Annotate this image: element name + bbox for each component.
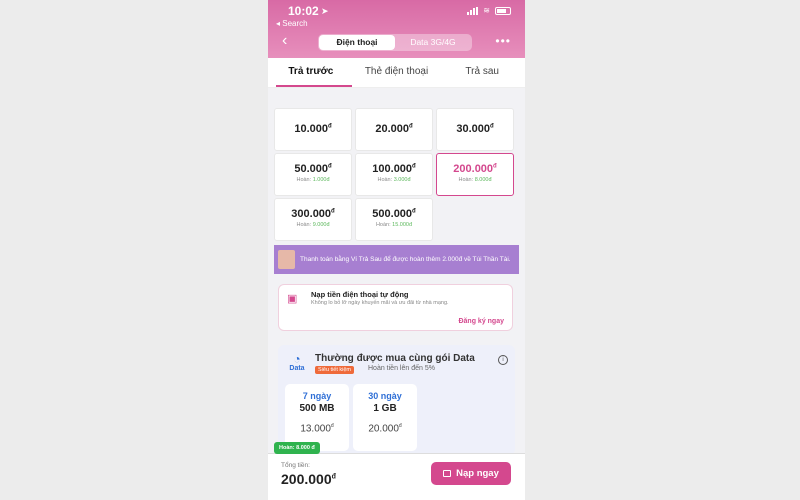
segment-phone[interactable]: Điện thoại bbox=[319, 35, 395, 50]
signal-icon bbox=[467, 6, 479, 15]
auto-topup-title: Nạp tiền điện thoại tự động bbox=[311, 290, 409, 299]
data-cashback-text: Hoàn tiền lên đến 5% bbox=[368, 365, 435, 372]
promo-thumbnail bbox=[278, 250, 295, 269]
topup-now-button[interactable]: Nạp ngay bbox=[431, 462, 511, 485]
denomination-amount: 100.000 bbox=[372, 163, 413, 175]
chevron-left-icon[interactable]: ‹ bbox=[282, 33, 287, 49]
topup-now-label: Nạp ngay bbox=[456, 468, 499, 479]
savings-badge: Siêu tiết kiệm bbox=[315, 366, 355, 374]
currency-unit: đ bbox=[412, 163, 416, 170]
denomination-amount: 500.000 bbox=[372, 208, 413, 220]
package-price: 20.000 bbox=[368, 423, 399, 435]
segment-control: Điện thoại Data 3G/4G bbox=[318, 34, 472, 51]
calendar-icon: ▣ bbox=[287, 293, 298, 305]
cashback-tag: Hoàn: 8.000 đ bbox=[274, 442, 320, 454]
denomination-card[interactable]: 100.000đ Hoàn: 3.000đ bbox=[355, 153, 433, 196]
total-label: Tổng tiền: bbox=[281, 462, 310, 469]
cashback-label: Hoàn: bbox=[375, 222, 391, 228]
phone-screen: 10:02 ➤ ◂ Search ≋ ‹ Điện thoại Data 3G/… bbox=[268, 0, 525, 500]
package-duration: 7 ngày bbox=[302, 391, 332, 401]
wifi-icon: ◔ bbox=[293, 352, 301, 366]
cashback-value: 1.000đ bbox=[312, 177, 330, 183]
promo-banner[interactable]: Thanh toán bằng Ví Trả Sau để được hoàn … bbox=[274, 245, 519, 274]
currency-unit: đ bbox=[398, 423, 402, 429]
cashback-value: 8.000đ bbox=[474, 177, 492, 183]
checkout-bar: Tổng tiền: 200.000đ Nạp ngay bbox=[268, 453, 525, 500]
package-size: 500 MB bbox=[299, 403, 335, 414]
cashback-label: Hoàn: bbox=[296, 177, 312, 183]
header-bar: 10:02 ➤ ◂ Search ≋ ‹ Điện thoại Data 3G/… bbox=[268, 0, 525, 58]
wifi-icon: ≋ bbox=[483, 6, 490, 15]
more-icon[interactable]: ••• bbox=[495, 34, 511, 48]
currency-unit: đ bbox=[330, 423, 334, 429]
denomination-amount: 200.000 bbox=[453, 163, 494, 175]
denomination-card[interactable]: 30.000đ bbox=[436, 108, 514, 151]
status-icons: ≋ bbox=[467, 6, 511, 15]
auto-topup-desc: Không lo bỏ lỡ ngày khuyến mãi và ưu đãi… bbox=[311, 300, 449, 306]
package-duration: 30 ngày bbox=[368, 391, 402, 401]
denomination-amount: 20.000 bbox=[375, 123, 409, 135]
denomination-card[interactable]: 50.000đ Hoàn: 1.000đ bbox=[274, 153, 352, 196]
denomination-card-selected[interactable]: 200.000đ Hoàn: 8.000đ bbox=[436, 153, 514, 196]
denomination-amount: 10.000 bbox=[294, 123, 328, 135]
denomination-card[interactable]: 500.000đ Hoàn: 15.000đ bbox=[355, 198, 433, 241]
battery-icon bbox=[495, 6, 511, 15]
currency-unit: đ bbox=[412, 208, 416, 215]
cashback-value: 3.000đ bbox=[393, 177, 411, 183]
register-now-link[interactable]: Đăng ký ngay bbox=[458, 318, 504, 325]
currency-unit: đ bbox=[331, 208, 335, 215]
info-icon[interactable]: i bbox=[498, 355, 508, 365]
auto-topup-card: ▣ Nạp tiền điện thoại tự động Không lo b… bbox=[278, 284, 513, 331]
currency-unit: đ bbox=[327, 163, 332, 170]
data-package-card[interactable]: 30 ngày 1 GB 20.000đ bbox=[353, 384, 417, 451]
cashback-label: Hoàn: bbox=[377, 177, 393, 183]
data-upsell-section: ◔ Data Thường được mua cùng gói Data Siê… bbox=[278, 345, 515, 455]
back-to-search-link[interactable]: ◂ Search bbox=[276, 19, 308, 28]
cashback-label: Hoàn: bbox=[296, 222, 312, 228]
data-logo: ◔ Data bbox=[287, 353, 307, 372]
data-logo-label: Data bbox=[289, 365, 305, 372]
denomination-card[interactable]: 300.000đ Hoàn: 9.000đ bbox=[274, 198, 352, 241]
tab-prepaid[interactable]: Trả trước bbox=[268, 58, 354, 87]
status-time: 10:02 bbox=[288, 4, 319, 18]
topup-tabs: Trả trước Thẻ điện thoại Trả sau bbox=[268, 58, 525, 88]
currency-unit: đ bbox=[331, 473, 336, 481]
cashback-value: 15.000đ bbox=[392, 222, 413, 228]
denomination-amount: 30.000 bbox=[456, 123, 490, 135]
currency-unit: đ bbox=[493, 163, 497, 170]
currency-unit: đ bbox=[489, 123, 494, 130]
denomination-card[interactable]: 20.000đ bbox=[355, 108, 433, 151]
segment-data[interactable]: Data 3G/4G bbox=[395, 35, 471, 50]
tab-postpaid[interactable]: Trả sau bbox=[439, 58, 525, 87]
currency-unit: đ bbox=[327, 123, 332, 130]
package-size: 1 GB bbox=[373, 403, 397, 414]
wallet-icon bbox=[443, 470, 452, 477]
tab-phone-card[interactable]: Thẻ điện thoại bbox=[354, 58, 440, 87]
package-price: 13.000 bbox=[300, 423, 331, 435]
location-icon: ➤ bbox=[321, 6, 329, 16]
denomination-amount: 300.000 bbox=[291, 208, 332, 220]
currency-unit: đ bbox=[408, 123, 413, 130]
total-amount: 200.000 bbox=[281, 471, 332, 487]
cashback-label: Hoàn: bbox=[458, 177, 474, 183]
cashback-value: 9.000đ bbox=[312, 222, 330, 228]
promo-text: Thanh toán bằng Ví Trả Sau để được hoàn … bbox=[300, 256, 511, 263]
data-package-card[interactable]: 7 ngày 500 MB 13.000đ bbox=[285, 384, 349, 451]
denomination-amount: 50.000 bbox=[294, 163, 328, 175]
denomination-card[interactable]: 10.000đ bbox=[274, 108, 352, 151]
data-section-title: Thường được mua cùng gói Data bbox=[315, 353, 475, 364]
